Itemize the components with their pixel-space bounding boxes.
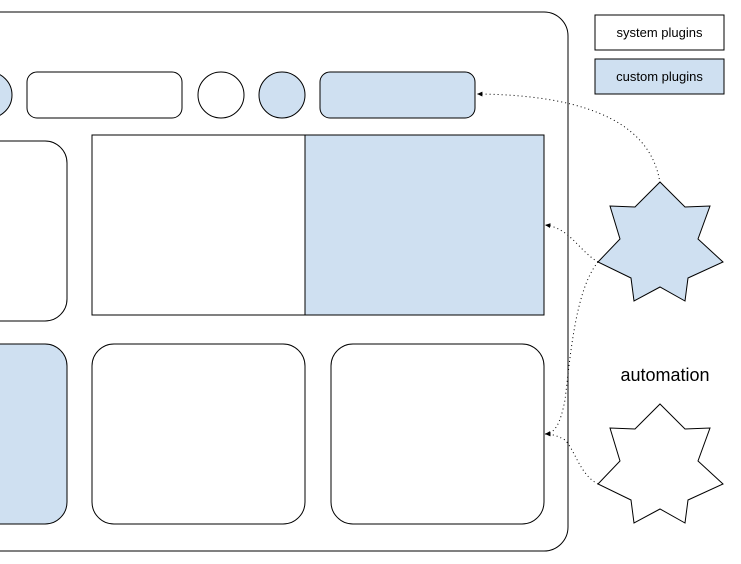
panel-bottom-left-custom-partial	[0, 343, 68, 525]
system-automation-star-icon	[597, 403, 724, 524]
panel-bottom-right-system	[330, 343, 545, 525]
panel-bottom-middle-system	[91, 343, 306, 525]
architecture-diagram: system plugins custom plugins automation	[0, 11, 725, 552]
panel-left-system-partial	[0, 140, 68, 322]
toolbar-circle-custom	[258, 71, 306, 119]
custom-automation-star-icon	[597, 181, 724, 302]
legend-system-label: system plugins	[617, 25, 703, 40]
toolbar-bar-system	[26, 71, 183, 119]
panel-center-custom	[304, 134, 545, 316]
toolbar-circle-system	[197, 71, 245, 119]
legend-custom-label: custom plugins	[616, 69, 703, 84]
panel-center-system	[91, 134, 306, 316]
automation-label: automation	[620, 365, 709, 385]
toolbar-bar-custom	[319, 71, 476, 119]
